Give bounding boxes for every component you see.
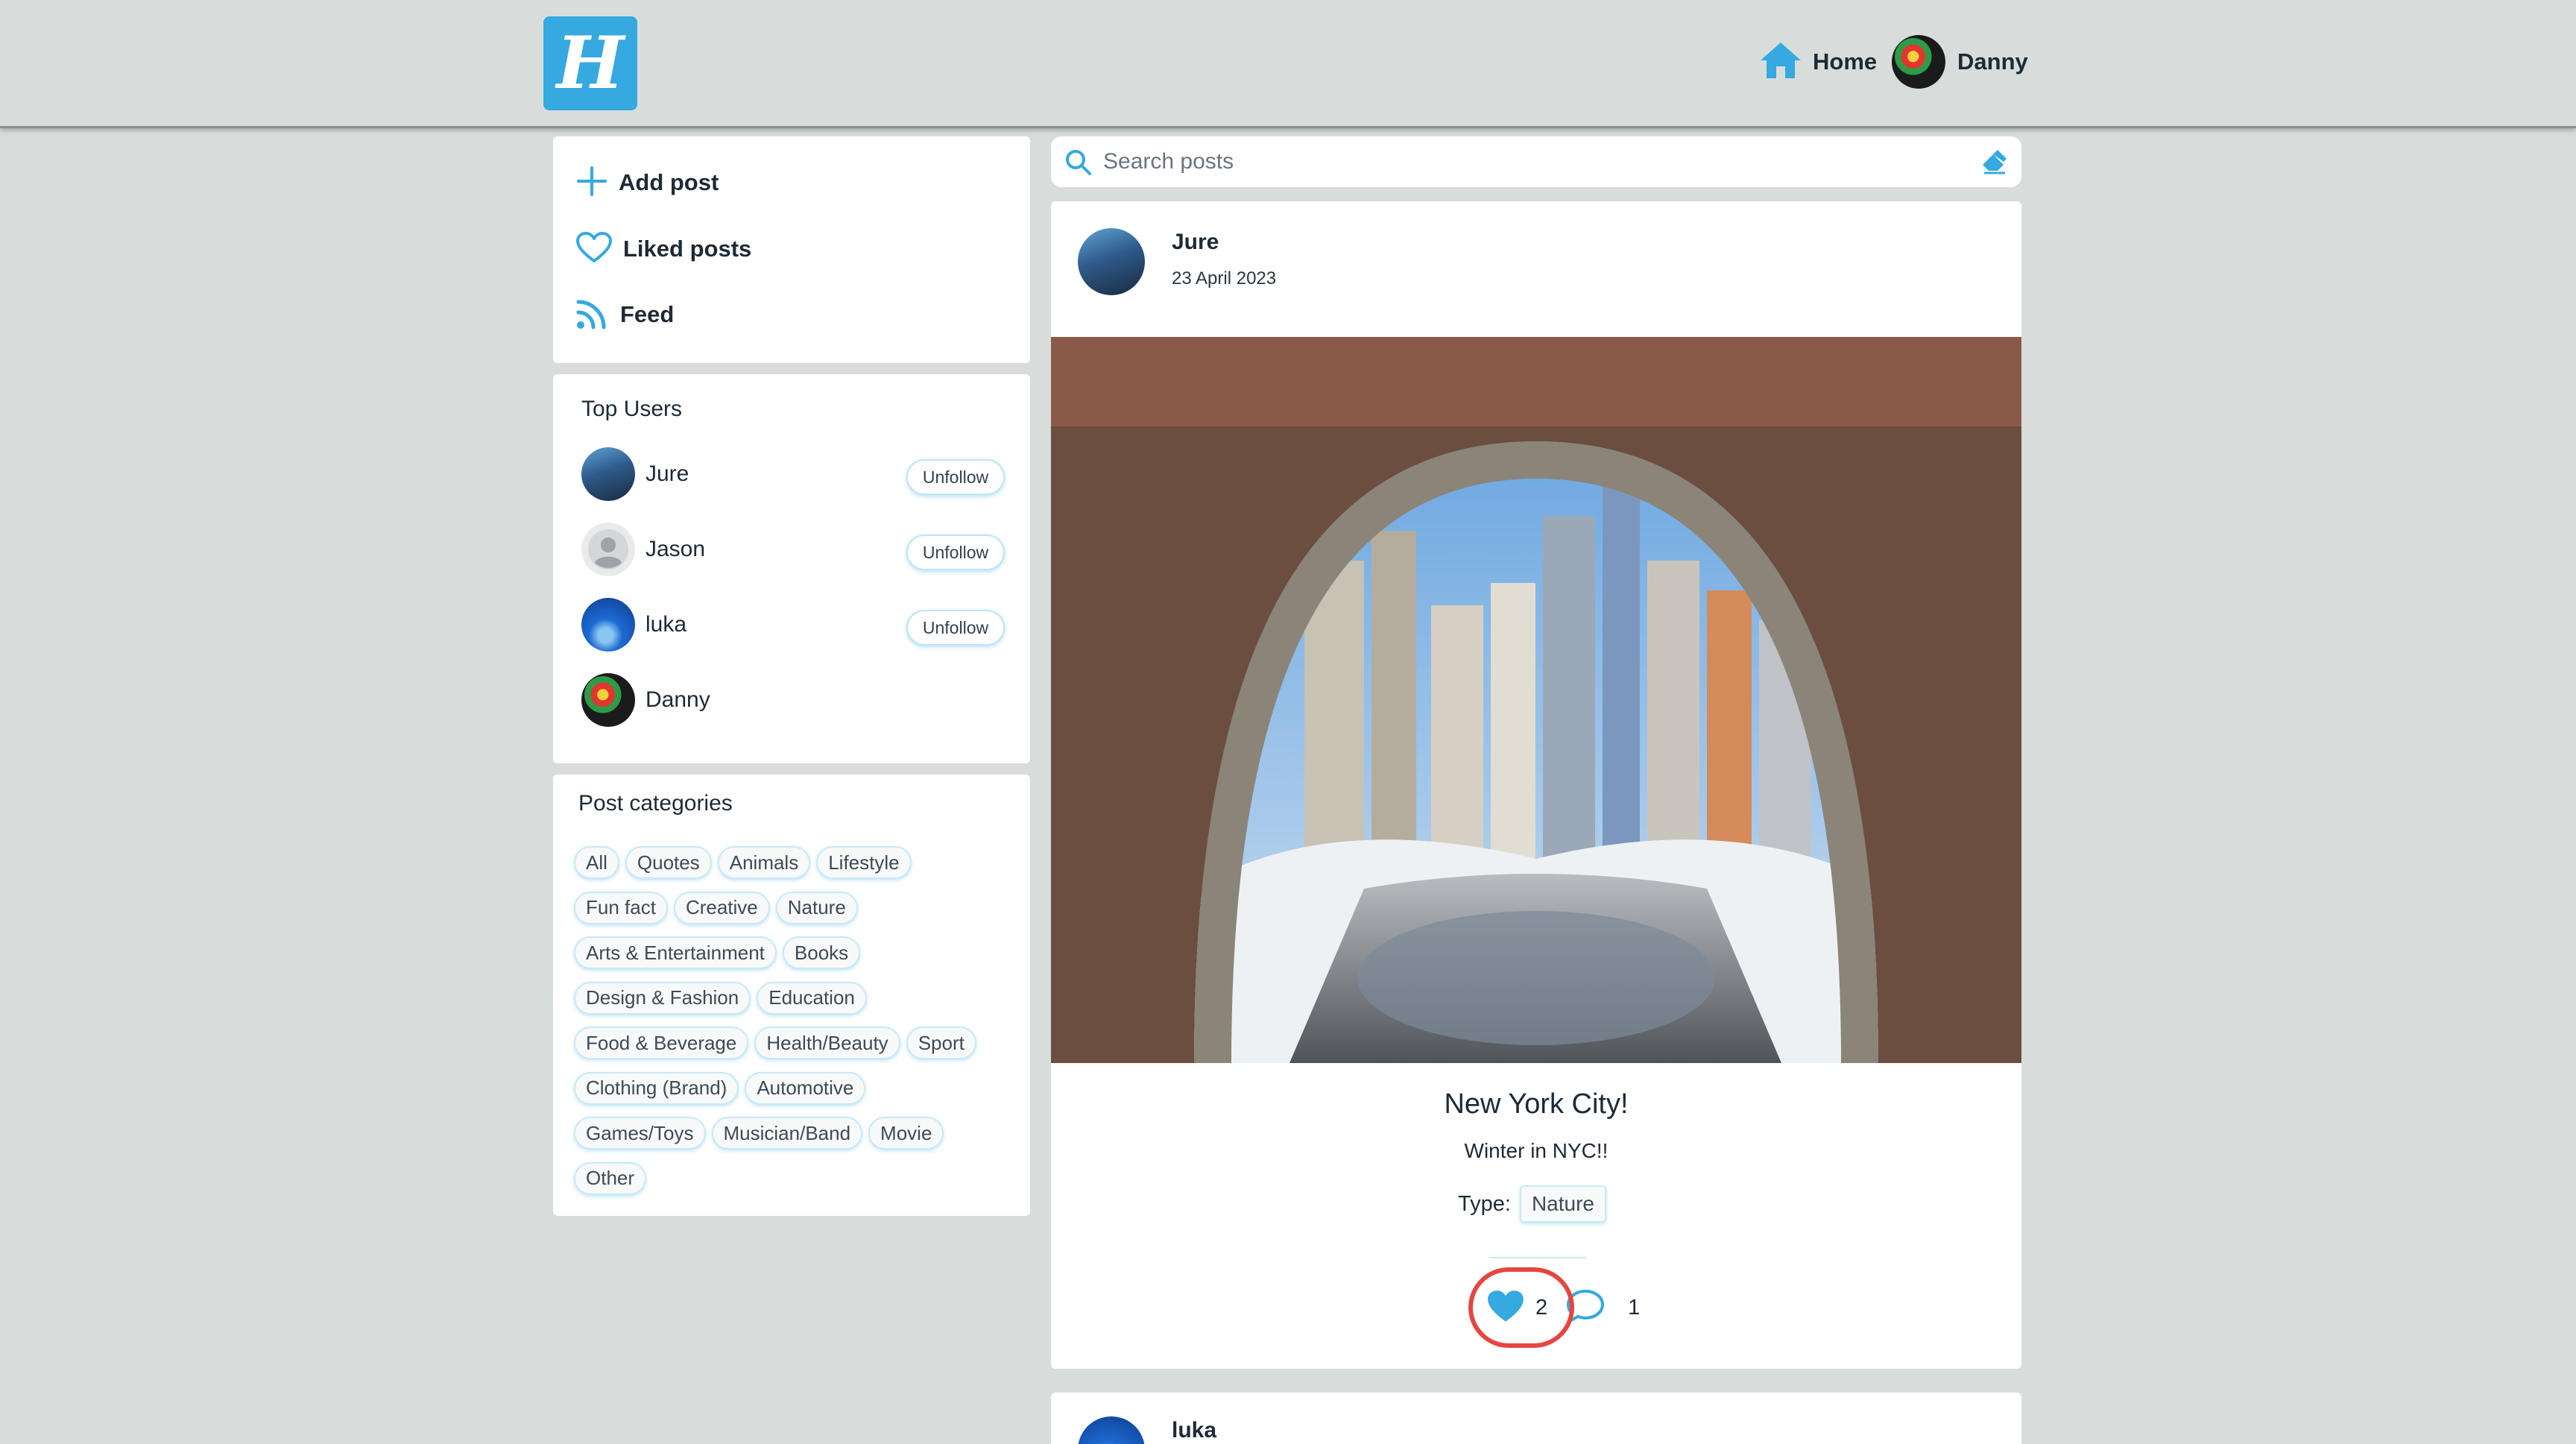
user-avatar bbox=[581, 447, 635, 501]
search-icon bbox=[1064, 148, 1093, 180]
menu-item-add-post[interactable]: Add post bbox=[575, 160, 719, 205]
chip-row: Fun fact Creative Nature bbox=[574, 886, 1021, 931]
top-users-panel: Top Users Jure Unfollow Jason Unfollow l… bbox=[553, 374, 1030, 763]
category-chip[interactable]: Lifestyle bbox=[816, 846, 912, 880]
user-avatar bbox=[581, 598, 635, 652]
post-author-avatar[interactable] bbox=[1078, 228, 1145, 295]
category-chip-list: All Quotes Animals Lifestyle Fun fact Cr… bbox=[574, 840, 1021, 1201]
post-date: 23 April 2023 bbox=[1172, 268, 1277, 289]
top-user-row[interactable]: Danny bbox=[581, 672, 1005, 728]
post-card: Jure 23 April 2023 New York City! Winter… bbox=[1051, 201, 2021, 1369]
category-chip[interactable]: Nature bbox=[775, 891, 858, 924]
comment-button[interactable]: 1 bbox=[1565, 1288, 1640, 1328]
nav-home-label: Home bbox=[1813, 48, 1878, 75]
user-avatar bbox=[581, 673, 635, 727]
rss-icon bbox=[575, 296, 610, 334]
comment-count: 1 bbox=[1628, 1295, 1641, 1320]
post-author-name[interactable]: Jure bbox=[1172, 230, 1219, 255]
post-type: Type: Nature bbox=[1458, 1185, 1606, 1223]
category-chip[interactable]: Sport bbox=[906, 1027, 976, 1060]
category-chip[interactable]: Arts & Entertainment bbox=[574, 936, 777, 970]
category-chip[interactable]: Quotes bbox=[625, 846, 712, 880]
category-chip[interactable]: Food & Beverage bbox=[574, 1027, 749, 1060]
top-user-name: Jure bbox=[645, 461, 689, 486]
nav-home-link[interactable]: Home bbox=[1759, 37, 1877, 86]
chip-row: Clothing (Brand) Automotive bbox=[574, 1066, 1021, 1112]
category-chip[interactable]: Fun fact bbox=[574, 891, 668, 924]
post-author-avatar[interactable] bbox=[1078, 1416, 1145, 1444]
category-chip[interactable]: Games/Toys bbox=[574, 1117, 706, 1150]
top-user-name: Danny bbox=[645, 687, 710, 712]
category-chip[interactable]: Clothing (Brand) bbox=[574, 1071, 739, 1105]
category-chip[interactable]: Musician/Band bbox=[711, 1117, 863, 1150]
nav-user-name: Danny bbox=[1957, 48, 2028, 75]
post-card: luka bbox=[1051, 1393, 2021, 1444]
menu-item-label: Add post bbox=[619, 169, 719, 195]
heart-outline-icon bbox=[575, 231, 613, 268]
highlight-ring bbox=[1468, 1267, 1574, 1348]
post-author-name[interactable]: luka bbox=[1172, 1418, 1216, 1443]
chip-row: Food & Beverage Health/Beauty Sport bbox=[574, 1021, 1021, 1066]
unfollow-button[interactable]: Unfollow bbox=[906, 535, 1005, 570]
post-body: Winter in NYC!! bbox=[1464, 1139, 1609, 1162]
nav-user-profile[interactable]: Danny bbox=[1892, 35, 2028, 89]
menu-item-feed[interactable]: Feed bbox=[575, 292, 674, 337]
user-avatar bbox=[1892, 35, 1945, 89]
category-chip[interactable]: Animals bbox=[717, 846, 811, 880]
category-chip[interactable]: Design & Fashion bbox=[574, 981, 751, 1015]
eraser-icon[interactable] bbox=[1980, 148, 2008, 179]
top-user-row[interactable]: luka Unfollow bbox=[581, 596, 1005, 653]
post-categories-panel: Post categories All Quotes Animals Lifes… bbox=[553, 775, 1030, 1216]
post-image bbox=[1051, 337, 2021, 1063]
category-chip[interactable]: Creative bbox=[673, 891, 770, 924]
app-logo[interactable]: H bbox=[543, 16, 637, 110]
post-actions: 2 1 bbox=[1468, 1267, 1640, 1348]
post-type-chip[interactable]: Nature bbox=[1519, 1185, 1606, 1223]
post-title: New York City! bbox=[1444, 1088, 1629, 1120]
post-type-label: Type: bbox=[1458, 1191, 1511, 1216]
plus-icon bbox=[575, 165, 608, 201]
category-chip[interactable]: Movie bbox=[868, 1117, 944, 1150]
category-chip[interactable]: Education bbox=[757, 981, 867, 1015]
divider bbox=[1489, 1257, 1586, 1258]
menu-item-liked-posts[interactable]: Liked posts bbox=[575, 227, 751, 271]
category-chip[interactable]: Books bbox=[782, 936, 861, 970]
home-icon bbox=[1759, 41, 1802, 83]
category-chip[interactable]: Automotive bbox=[745, 1071, 866, 1105]
chip-row: Other bbox=[574, 1156, 1021, 1202]
chip-row: All Quotes Animals Lifestyle bbox=[574, 840, 1021, 886]
top-user-name: luka bbox=[645, 612, 687, 637]
chip-row: Games/Toys Musician/Band Movie bbox=[574, 1111, 1021, 1156]
category-chip[interactable]: Health/Beauty bbox=[754, 1027, 900, 1060]
menu-item-label: Feed bbox=[620, 301, 675, 327]
logo-letter: H bbox=[556, 21, 625, 105]
top-user-row[interactable]: Jason Unfollow bbox=[581, 521, 1005, 578]
top-users-title: Top Users bbox=[581, 397, 683, 421]
search-bar bbox=[1051, 136, 2021, 187]
top-user-name: Jason bbox=[645, 537, 706, 561]
top-header: H Home Danny bbox=[0, 0, 2576, 128]
like-button[interactable]: 2 bbox=[1468, 1267, 1574, 1348]
search-input[interactable] bbox=[1103, 144, 1938, 180]
top-user-row[interactable]: Jure Unfollow bbox=[581, 446, 1005, 502]
unfollow-button[interactable]: Unfollow bbox=[906, 610, 1005, 646]
user-avatar bbox=[581, 523, 635, 576]
chip-row: Arts & Entertainment Books bbox=[574, 930, 1021, 976]
sidebar-menu: Add post Liked posts Feed bbox=[553, 136, 1030, 363]
unfollow-button[interactable]: Unfollow bbox=[906, 459, 1005, 495]
categories-title: Post categories bbox=[578, 791, 733, 816]
menu-item-label: Liked posts bbox=[623, 236, 752, 262]
category-chip[interactable]: Other bbox=[574, 1161, 647, 1195]
category-chip[interactable]: All bbox=[574, 846, 619, 880]
default-avatar-icon bbox=[588, 529, 628, 570]
chip-row: Design & Fashion Education bbox=[574, 976, 1021, 1021]
